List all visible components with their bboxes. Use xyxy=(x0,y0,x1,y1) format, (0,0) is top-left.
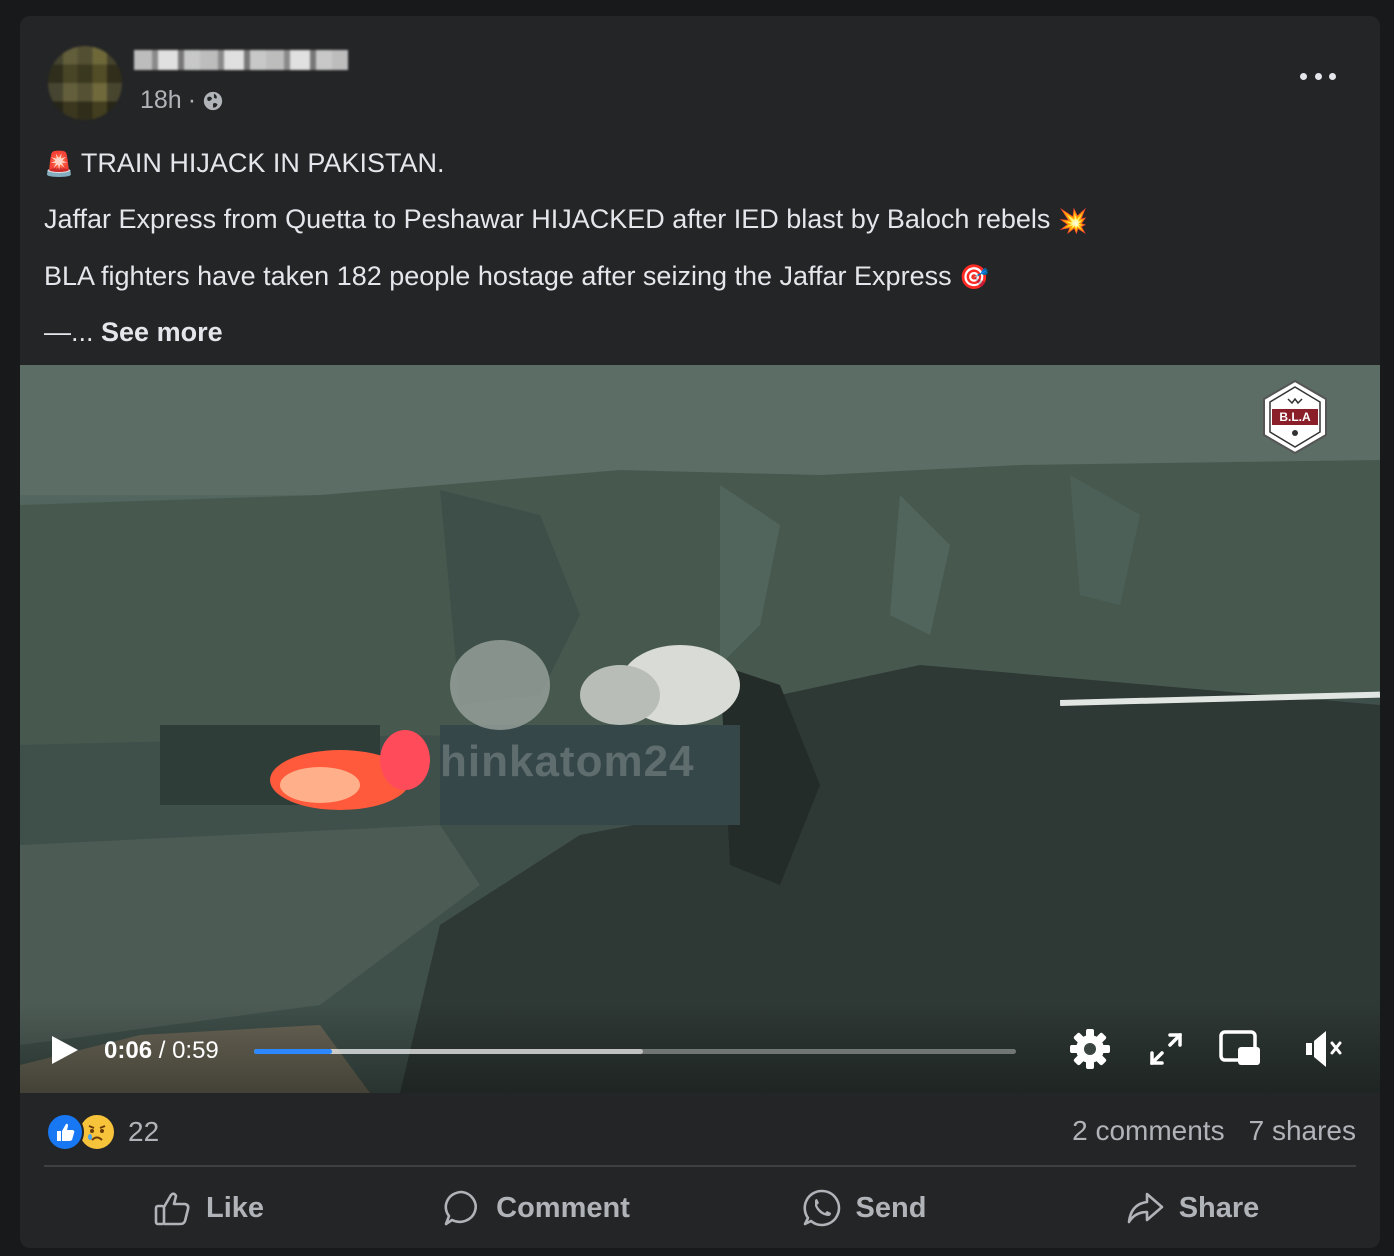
video-watermark: hinkatom24 xyxy=(440,737,695,786)
bla-logo: B.L.A xyxy=(1263,379,1327,455)
author-name-redacted[interactable] xyxy=(134,50,348,70)
post-line-text: Jaffar Express from Quetta to Peshawar H… xyxy=(44,204,1051,235)
post-card: 18h · 🚨 TRAIN HIJACK IN PAKISTAN. Jaffar… xyxy=(20,16,1380,1248)
bla-logo-text: B.L.A xyxy=(1279,410,1311,424)
post-meta: 18h · xyxy=(140,86,224,115)
divider xyxy=(44,1165,1356,1167)
globe-icon[interactable] xyxy=(202,90,224,112)
video-time: 0:06 / 0:59 xyxy=(104,1037,219,1065)
send-label: Send xyxy=(855,1191,927,1224)
thumbs-up-icon xyxy=(154,1192,190,1226)
settings-gear-icon[interactable] xyxy=(1068,1027,1112,1071)
share-label: Share xyxy=(1178,1191,1260,1224)
post-line-text: TRAIN HIJACK IN PAKISTAN. xyxy=(80,148,445,178)
target-emoji: 🎯 xyxy=(959,264,989,292)
siren-emoji: 🚨 xyxy=(44,151,74,179)
comment-button[interactable]: Comment xyxy=(372,1174,700,1242)
video-frame xyxy=(20,365,1380,1093)
post-line-1: 🚨 TRAIN HIJACK IN PAKISTAN. xyxy=(44,136,1344,192)
fullscreen-icon[interactable] xyxy=(1144,1027,1188,1071)
whatsapp-icon xyxy=(803,1189,840,1227)
post-time[interactable]: 18h xyxy=(140,86,182,115)
avatar[interactable] xyxy=(48,46,122,120)
post-line-2: Jaffar Express from Quetta to Peshawar H… xyxy=(44,192,1344,248)
comment-bubble-icon xyxy=(444,1190,478,1226)
collision-emoji: 💥 xyxy=(1057,207,1088,235)
comment-label: Comment xyxy=(496,1191,630,1224)
like-button[interactable]: Like xyxy=(44,1174,372,1242)
current-time: 0:06 xyxy=(104,1037,153,1064)
duration: 0:59 xyxy=(172,1037,219,1064)
like-label: Like xyxy=(205,1191,265,1224)
engagement-stats: 2 comments 7 shares xyxy=(1072,1115,1356,1147)
post-line-4: —... See more xyxy=(44,305,1344,360)
share-button[interactable]: Share xyxy=(1028,1174,1356,1242)
time-separator: / xyxy=(152,1037,173,1064)
like-reaction-icon xyxy=(46,1113,84,1151)
truncation-mark: —... xyxy=(44,317,94,348)
post-text: 🚨 TRAIN HIJACK IN PAKISTAN. Jaffar Expre… xyxy=(44,136,1344,360)
meta-separator: · xyxy=(187,86,197,114)
reaction-count: 22 xyxy=(128,1116,160,1147)
more-horizontal-icon[interactable] xyxy=(1300,64,1336,88)
reactions-summary[interactable]: 22 xyxy=(46,1113,159,1151)
shares-count[interactable]: 7 shares xyxy=(1249,1115,1356,1147)
video-player[interactable]: hinkatom24 B.L.A 0:06 / 0:59 xyxy=(20,365,1380,1093)
video-controls: 0:06 / 0:59 xyxy=(20,1003,1380,1093)
send-button[interactable]: Send xyxy=(700,1174,1028,1242)
play-icon[interactable] xyxy=(50,1035,80,1065)
action-bar: Like Comment Send Share xyxy=(44,1174,1356,1242)
comments-count[interactable]: 2 comments xyxy=(1072,1115,1225,1147)
muted-speaker-icon[interactable] xyxy=(1302,1027,1346,1071)
progress-played xyxy=(254,1049,333,1054)
post-line-3: BLA fighters have taken 182 people hosta… xyxy=(44,249,1344,305)
picture-in-picture-icon[interactable] xyxy=(1218,1027,1262,1071)
see-more-link[interactable]: See more xyxy=(101,317,223,347)
post-line-text: BLA fighters have taken 182 people hosta… xyxy=(44,260,952,291)
progress-bar[interactable] xyxy=(254,1049,1016,1054)
share-arrow-icon xyxy=(1127,1192,1163,1224)
